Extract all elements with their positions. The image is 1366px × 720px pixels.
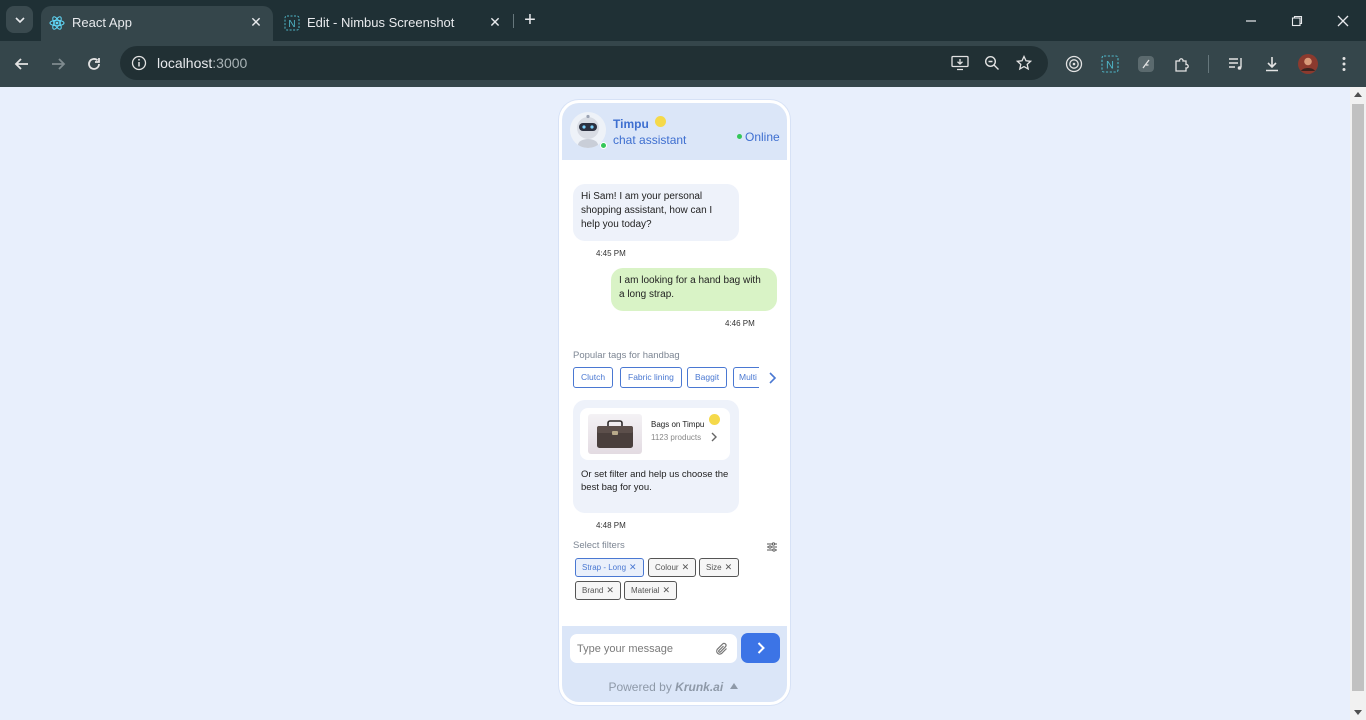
nimbus-extension-icon[interactable]: N: [1099, 53, 1121, 75]
remove-filter-icon[interactable]: ✕: [629, 562, 637, 572]
svg-text:N: N: [288, 19, 295, 30]
filter-chip-material[interactable]: Material ✕: [624, 581, 677, 600]
send-button[interactable]: [741, 633, 780, 663]
chat-widget: Timpu chat assistant Online Hi Sam! I am…: [559, 100, 790, 705]
tag-multi[interactable]: Multi: [733, 367, 759, 388]
chip-label: Colour: [655, 563, 679, 572]
site-info-icon[interactable]: [129, 53, 149, 73]
address-bar[interactable]: localhost:3000: [120, 46, 1048, 80]
powered-by-text: Powered by: [608, 680, 672, 694]
online-status-dot: [737, 134, 742, 139]
close-tab-icon[interactable]: ✕: [248, 14, 264, 30]
product-name: Bags on Timpu: [651, 420, 705, 429]
reload-icon[interactable]: [83, 53, 105, 75]
bag-image: [588, 414, 642, 454]
scrollbar-thumb[interactable]: [1352, 104, 1364, 691]
bot-name: Timpu: [613, 117, 649, 131]
close-window-icon[interactable]: [1333, 11, 1353, 31]
install-app-icon[interactable]: [949, 52, 971, 74]
svg-text:N: N: [1106, 60, 1114, 72]
verified-badge-icon: [655, 116, 666, 127]
remove-filter-icon[interactable]: ✕: [662, 585, 670, 595]
brand-logo-icon: [727, 683, 740, 692]
media-controls-icon[interactable]: [1225, 53, 1247, 75]
powered-by: Powered by Krunk.ai: [562, 680, 787, 694]
close-tab-icon[interactable]: ✕: [487, 14, 503, 30]
tag-baggit[interactable]: Baggit: [687, 367, 728, 388]
tags-label: Popular tags for handbag: [573, 350, 680, 361]
forward-arrow-icon[interactable]: [47, 53, 69, 75]
tab-search-button[interactable]: [6, 6, 33, 33]
brand-name[interactable]: Krunk.ai: [675, 680, 723, 694]
remove-filter-icon[interactable]: ✕: [682, 562, 690, 572]
nimbus-icon: N: [284, 15, 300, 31]
message-time: 4:48 PM: [596, 521, 626, 530]
zoom-icon[interactable]: [981, 52, 1003, 74]
paperclip-icon[interactable]: [714, 641, 730, 657]
bot-role: chat assistant: [613, 133, 687, 147]
tab-title: React App: [72, 15, 132, 30]
user-message: I am looking for a hand bag with a long …: [611, 268, 777, 311]
chat-header: Timpu chat assistant Online: [562, 103, 787, 160]
restore-icon[interactable]: [1287, 11, 1307, 31]
tag-clutch[interactable]: Clutch: [573, 367, 614, 388]
scroll-up-arrow-icon[interactable]: [1354, 92, 1362, 97]
product-card: Bags on Timpu 1123 products Or set filte…: [573, 400, 739, 513]
chip-label: Material: [631, 586, 660, 595]
profile-avatar[interactable]: [1297, 53, 1319, 75]
tab-divider: [513, 14, 514, 28]
send-arrow-icon: [757, 642, 765, 654]
feather-extension-icon[interactable]: [1135, 53, 1157, 75]
chip-label: Strap - Long: [582, 563, 627, 572]
tab-title: Edit - Nimbus Screenshot: [307, 15, 455, 30]
scroll-down-arrow-icon[interactable]: [1354, 710, 1362, 715]
toolbar-divider: [1208, 55, 1209, 73]
url-port: :3000: [212, 55, 248, 71]
filters-label: Select filters: [573, 540, 625, 551]
product-badge-icon: [709, 414, 720, 425]
product-count: 1123 products: [651, 433, 702, 442]
react-icon: [49, 16, 65, 30]
filter-chip-brand[interactable]: Brand ✕: [575, 581, 621, 600]
new-tab-button[interactable]: +: [520, 10, 540, 31]
filter-chip-size[interactable]: Size ✕: [699, 558, 740, 577]
browser-toolbar: localhost:3000 N: [0, 41, 1366, 87]
chip-label: Size: [706, 563, 722, 572]
bookmark-star-icon[interactable]: [1013, 52, 1035, 74]
product-link[interactable]: Bags on Timpu 1123 products: [580, 408, 730, 460]
avatar-online-indicator: [600, 142, 607, 149]
page-scrollbar[interactable]: [1350, 87, 1366, 720]
tab-nimbus-screenshot[interactable]: N Edit - Nimbus Screenshot ✕: [276, 6, 512, 41]
filter-chip-colour[interactable]: Colour ✕: [648, 558, 697, 577]
tag-fabric-lining[interactable]: Fabric lining: [620, 367, 682, 388]
chevron-right-icon[interactable]: [708, 430, 720, 442]
message-composer: Powered by Krunk.ai: [562, 626, 787, 702]
extension-target-icon[interactable]: [1063, 53, 1085, 75]
browser-tab-bar: React App ✕ N Edit - Nimbus Screenshot ✕…: [0, 0, 1366, 41]
message-input[interactable]: [570, 634, 737, 663]
chip-label: Brand: [582, 586, 604, 595]
back-arrow-icon[interactable]: [11, 53, 33, 75]
downloads-icon[interactable]: [1261, 53, 1283, 75]
message-time: 4:46 PM: [725, 319, 755, 328]
remove-filter-icon[interactable]: ✕: [725, 562, 733, 572]
message-time: 4:45 PM: [596, 249, 626, 258]
extensions-puzzle-icon[interactable]: [1171, 53, 1193, 75]
message-text: Hi Sam! I am your personal shopping assi…: [581, 191, 713, 230]
url-host: localhost: [157, 55, 213, 71]
url-text[interactable]: localhost:3000: [157, 55, 247, 71]
message-text: I am looking for a hand bag with a long …: [619, 275, 761, 300]
chevron-down-icon: [14, 16, 25, 23]
remove-filter-icon[interactable]: ✕: [606, 585, 614, 595]
product-note: Or set filter and help us choose the bes…: [581, 469, 729, 493]
tab-react-app[interactable]: React App ✕: [41, 6, 273, 41]
minimize-icon[interactable]: [1241, 11, 1261, 31]
browser-menu-icon[interactable]: [1333, 53, 1355, 75]
filter-settings-icon[interactable]: [766, 540, 778, 552]
filter-chip-strap-long[interactable]: Strap - Long ✕: [575, 558, 644, 577]
online-status: Online: [745, 130, 780, 144]
bag-icon: [597, 420, 633, 448]
chevron-right-icon[interactable]: [765, 371, 779, 385]
bot-message: Hi Sam! I am your personal shopping assi…: [573, 184, 739, 241]
